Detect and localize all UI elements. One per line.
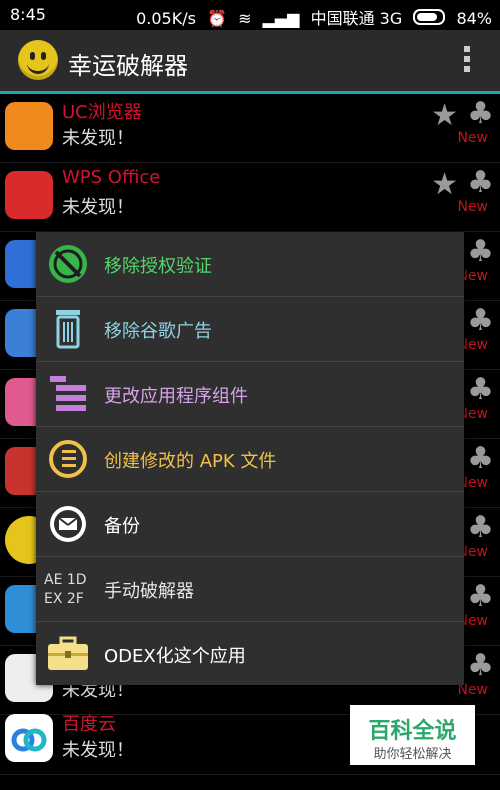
backup-icon [44,502,92,546]
clover-icon: ♣ [467,372,494,407]
clover-icon: ♣ [467,96,494,131]
clover-icon: ♣ [467,441,494,476]
menu-item-label: 备份 [104,516,140,537]
wifi-icon: ≋ [238,9,252,28]
menu-item-change-components[interactable]: 更改应用程序组件 [36,362,464,427]
menu-item-label: 移除谷歌广告 [104,321,212,342]
app-icon [5,714,53,762]
hex-code-icon: AE 1D EX 2F [44,572,87,607]
remove-license-icon [44,242,92,286]
menu-item-label: 创建修改的 APK 文件 [104,451,277,472]
app-name: 百度云 [62,714,116,735]
carrier-label: 中国联通 3G [310,9,403,28]
signal-icon: ▂▄▆ [262,9,300,28]
clover-icon: ♣ [467,648,494,683]
watermark-title: 百科全说 [368,719,457,744]
clover-icon: ♣ [467,510,494,545]
status-bar: 8:45 0.05K/s ⏰ ≋ ▂▄▆ 中国联通 3G 84% [0,0,500,30]
overflow-menu-icon[interactable] [464,46,470,76]
new-badge: New [457,199,488,215]
clover-icon: ♣ [467,303,494,338]
clover-icon: ♣ [467,165,494,200]
menu-item-label: 更改应用程序组件 [104,386,248,407]
status-time: 8:45 [10,5,46,24]
toolbox-icon [44,632,92,676]
battery-icon [413,9,446,25]
app-name: WPS Office [62,167,161,188]
alarm-icon: ⏰ [207,9,227,28]
menu-item-manual-patcher[interactable]: AE 1D EX 2F 手动破解器 [36,557,464,622]
app-status: 未发现！ [62,740,134,761]
network-speed: 0.05K/s [136,9,196,28]
clover-icon: ♣ [467,234,494,269]
menu-item-remove-ads[interactable]: 移除谷歌广告 [36,297,464,362]
menu-item-label: 移除授权验证 [104,256,212,277]
star-icon[interactable]: ★ [431,98,458,133]
menu-item-remove-license[interactable]: 移除授权验证 [36,232,464,297]
list-item[interactable]: UC浏览器 未发现！ ★ ♣ New [0,94,500,163]
app-status: 未发现！ [62,197,134,218]
app-status: 未发现！ [62,128,134,149]
trash-icon [44,307,92,351]
menu-item-label: 手动破解器 [104,581,194,602]
list-item[interactable]: WPS Office 未发现！ ★ ♣ New [0,163,500,232]
app-bar: 幸运破解器 [0,30,500,94]
app-name: UC浏览器 [62,102,142,123]
app-icon [5,102,53,150]
create-apk-icon [44,437,92,481]
clover-icon: ♣ [467,579,494,614]
baidu-cloud-icon [11,728,47,752]
components-icon [44,372,92,416]
app-icon [5,171,53,219]
watermark-subtitle: 助你轻松解决 [373,747,452,762]
menu-item-odex[interactable]: ODEX化这个应用 [36,622,464,686]
status-right: 0.05K/s ⏰ ≋ ▂▄▆ 中国联通 3G 84% [130,5,492,29]
star-icon[interactable]: ★ [431,167,458,202]
menu-item-create-apk[interactable]: 创建修改的 APK 文件 [36,427,464,492]
watermark: 百科全说 助你轻松解决 [350,705,475,765]
menu-item-backup[interactable]: 备份 [36,492,464,557]
context-menu: 移除授权验证 移除谷歌广告 更改应用程序组件 创建修改的 APK 文件 备份 A… [36,232,464,685]
battery-percent: 84% [456,9,492,28]
menu-item-label: ODEX化这个应用 [104,646,246,667]
app-logo-icon [18,40,58,80]
app-title: 幸运破解器 [68,52,188,80]
new-badge: New [457,130,488,146]
